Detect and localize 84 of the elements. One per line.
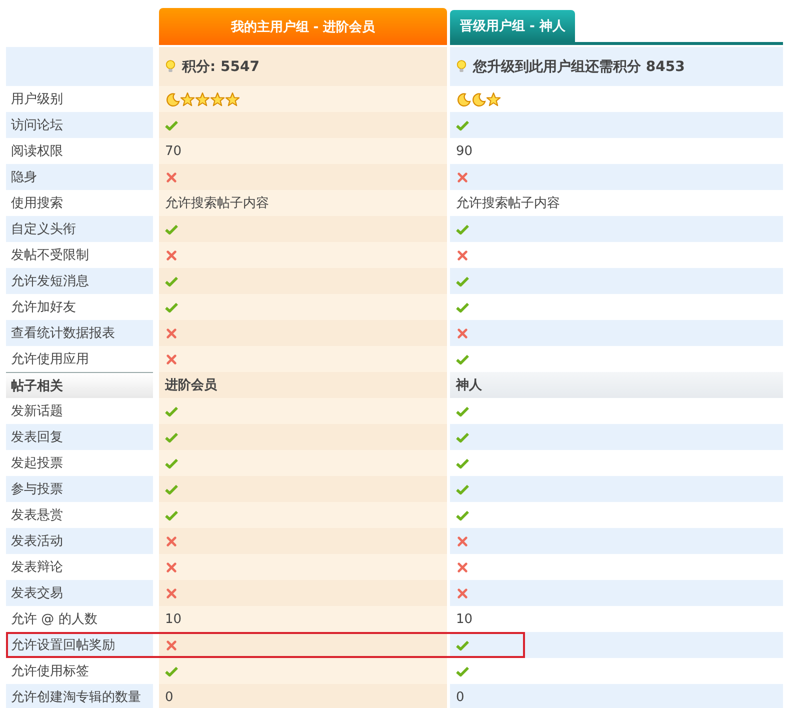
row-label: 用户级别 xyxy=(11,91,63,108)
cell-text: 进阶会员 xyxy=(165,377,217,394)
row-label: 隐身 xyxy=(11,169,37,186)
check-icon xyxy=(165,406,178,416)
cross-icon xyxy=(165,536,178,546)
row-label: 允许创建淘专辑的数量 xyxy=(11,689,141,706)
row-label: 允许使用标签 xyxy=(11,663,89,680)
cross-icon xyxy=(165,354,178,364)
group-tab[interactable]: 我的主用户组 - 进阶会员 xyxy=(159,8,447,45)
check-icon xyxy=(165,484,178,494)
cross-icon xyxy=(456,250,469,260)
cell-text: 允许搜索帖子内容 xyxy=(456,195,560,212)
row-label: 发表悬赏 xyxy=(11,507,63,524)
row-label: 发表回复 xyxy=(11,429,63,446)
cross-icon xyxy=(165,172,178,182)
cell-text: 0 xyxy=(165,690,174,704)
row-label: 发新话题 xyxy=(11,403,63,420)
check-icon xyxy=(456,406,469,416)
points-text: 您升级到此用户组还需积分 8453 xyxy=(473,58,685,76)
row-label: 允许使用应用 xyxy=(11,351,89,368)
row-label: 发起投票 xyxy=(11,455,63,472)
cell-text: 0 xyxy=(456,690,464,704)
check-icon xyxy=(456,224,469,234)
cross-icon xyxy=(165,640,178,650)
row-label: 允许 @ 的人数 xyxy=(11,611,98,628)
check-icon xyxy=(456,432,469,442)
moon-icon xyxy=(471,92,486,106)
check-icon xyxy=(456,302,469,312)
row-label: 允许加好友 xyxy=(11,299,76,316)
cell-text: 90 xyxy=(456,144,473,158)
row-label: 发表交易 xyxy=(11,585,63,602)
row-label: 访问论坛 xyxy=(11,117,63,134)
check-icon xyxy=(165,666,178,676)
row-label: 参与投票 xyxy=(11,481,63,498)
check-icon xyxy=(456,354,469,364)
row-label: 使用搜索 xyxy=(11,195,63,212)
check-icon xyxy=(456,640,469,650)
check-icon xyxy=(456,458,469,468)
cell-text: 10 xyxy=(456,612,473,626)
check-icon xyxy=(456,276,469,286)
check-icon xyxy=(165,302,178,312)
cross-icon xyxy=(165,328,178,338)
row-label: 发表活动 xyxy=(11,533,63,550)
check-icon xyxy=(165,510,178,520)
row-label: 自定义头衔 xyxy=(11,221,76,238)
check-icon xyxy=(456,484,469,494)
check-icon xyxy=(165,276,178,286)
row-label: 允许设置回帖奖励 xyxy=(11,637,115,654)
row-label: 发表辩论 xyxy=(11,559,63,576)
row-label: 发帖不受限制 xyxy=(11,247,89,264)
cross-icon xyxy=(456,328,469,338)
row-label: 阅读权限 xyxy=(11,143,63,160)
cross-icon xyxy=(165,562,178,572)
check-icon xyxy=(165,120,178,130)
cross-icon xyxy=(456,172,469,182)
check-icon xyxy=(456,510,469,520)
check-icon xyxy=(165,224,178,234)
star-icon xyxy=(210,92,225,106)
cross-icon xyxy=(165,250,178,260)
check-icon xyxy=(165,432,178,442)
row-label: 允许发短消息 xyxy=(11,273,89,290)
moon-icon xyxy=(456,92,471,106)
section-label: 帖子相关 xyxy=(11,378,63,394)
points-text: 积分: 5547 xyxy=(182,58,260,76)
cell-text: 神人 xyxy=(456,377,482,394)
cross-icon xyxy=(456,588,469,598)
cross-icon xyxy=(456,536,469,546)
lightbulb-icon xyxy=(165,60,176,73)
star-icon xyxy=(486,92,501,106)
star-icon xyxy=(195,92,210,106)
star-icon xyxy=(225,92,240,106)
check-icon xyxy=(456,120,469,130)
cross-icon xyxy=(165,588,178,598)
star-icon xyxy=(180,92,195,106)
check-icon xyxy=(165,458,178,468)
row-label: 查看统计数据报表 xyxy=(11,325,115,342)
cell-text: 允许搜索帖子内容 xyxy=(165,195,269,212)
check-icon xyxy=(456,666,469,676)
lightbulb-icon xyxy=(456,60,467,73)
cell-text: 10 xyxy=(165,612,182,626)
cell-text: 70 xyxy=(165,144,182,158)
cross-icon xyxy=(456,562,469,572)
group-tab[interactable]: 晋级用户组 - 神人 xyxy=(450,10,576,42)
moon-icon xyxy=(165,92,180,106)
